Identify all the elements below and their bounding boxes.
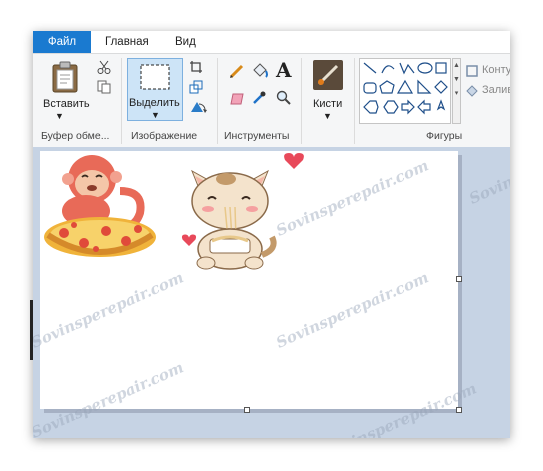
paste-dropdown-arrow[interactable]: ▼ bbox=[55, 111, 64, 121]
left-arrow-shape-icon bbox=[417, 99, 431, 115]
curve-shape-icon bbox=[381, 65, 395, 74]
text-tool-icon[interactable]: A bbox=[276, 58, 292, 82]
up-arrow-shape-icon bbox=[436, 99, 446, 111]
watermark: Sovinsperepair.com bbox=[33, 268, 187, 352]
brushes-label[interactable]: Кисти bbox=[313, 98, 342, 110]
resize-handle-bottom[interactable] bbox=[244, 407, 250, 413]
group-separator bbox=[121, 58, 122, 144]
brush-icon[interactable] bbox=[313, 60, 343, 90]
resize-handle-corner[interactable] bbox=[456, 407, 462, 413]
window-edge bbox=[30, 300, 33, 360]
heart-icon bbox=[181, 234, 197, 246]
expand-gallery-icon[interactable]: ▾ bbox=[453, 87, 460, 101]
scroll-up-icon[interactable]: ▲ bbox=[453, 59, 460, 73]
paste-button[interactable] bbox=[51, 60, 81, 94]
brushes-dropdown-arrow[interactable]: ▼ bbox=[323, 111, 332, 121]
fill-icon[interactable] bbox=[465, 84, 479, 98]
clipboard-icon bbox=[52, 61, 78, 93]
cat-noodles-sticker bbox=[191, 169, 277, 270]
oval-shape-icon bbox=[417, 62, 433, 74]
ribbon-tabs: Файл Главная Вид bbox=[33, 31, 510, 53]
fill-label[interactable]: Залив bbox=[482, 84, 510, 96]
outline-icon[interactable] bbox=[465, 64, 479, 78]
magnifier-icon[interactable] bbox=[276, 90, 292, 106]
resize-handle-right[interactable] bbox=[456, 276, 462, 282]
copy-icon[interactable] bbox=[97, 80, 111, 94]
shapes-scrollbar[interactable]: ▲ ▼ ▾ bbox=[452, 58, 461, 124]
heart-icon bbox=[284, 153, 304, 169]
select-label: Выделить bbox=[129, 97, 180, 109]
polygon-shape-icon bbox=[379, 80, 395, 94]
rectangle-shape-icon bbox=[435, 62, 447, 74]
crop-icon[interactable] bbox=[189, 60, 203, 74]
color-picker-icon[interactable] bbox=[251, 90, 267, 106]
fill-bucket-icon[interactable] bbox=[251, 62, 269, 80]
paint-window: Файл Главная Вид Вставить ▼ Буфер обме..… bbox=[33, 31, 510, 438]
monkey-pizza-sticker bbox=[44, 155, 156, 257]
selection-rectangle-icon bbox=[140, 64, 170, 90]
canvas-area: Sovinsperepair.com Sovinsperepair.com So… bbox=[33, 124, 510, 438]
tools-group-label: Инструменты bbox=[224, 130, 290, 142]
select-button[interactable]: Выделить ▼ bbox=[127, 58, 183, 121]
scroll-down-icon[interactable]: ▼ bbox=[453, 73, 460, 87]
drawing-canvas[interactable]: Sovinsperepair.com Sovinsperepair.com So… bbox=[33, 151, 458, 438]
resize-icon[interactable] bbox=[189, 80, 203, 94]
pentagon-shape-icon bbox=[363, 100, 379, 114]
group-separator bbox=[217, 58, 218, 144]
paste-label[interactable]: Вставить bbox=[43, 98, 90, 110]
line-shape-icon bbox=[363, 62, 377, 74]
right-arrow-shape-icon bbox=[401, 99, 415, 115]
select-dropdown-arrow[interactable]: ▼ bbox=[151, 110, 160, 120]
triangle-shape-icon bbox=[396, 79, 414, 94]
group-separator bbox=[301, 58, 302, 144]
clipboard-group-label: Буфер обме... bbox=[41, 130, 110, 142]
rounded-rectangle-shape-icon bbox=[363, 82, 377, 94]
eraser-icon[interactable] bbox=[229, 92, 245, 106]
polygon-line-shape-icon bbox=[399, 62, 415, 75]
cut-icon[interactable] bbox=[97, 60, 111, 74]
tab-home[interactable]: Главная bbox=[105, 31, 149, 53]
shapes-group-label: Фигуры bbox=[426, 130, 463, 142]
tab-view[interactable]: Вид bbox=[175, 31, 196, 53]
rotate-icon[interactable] bbox=[189, 100, 211, 114]
group-separator bbox=[354, 58, 355, 144]
pencil-icon[interactable] bbox=[229, 63, 245, 79]
watermark: Sovinsperepair.com bbox=[33, 358, 187, 438]
shapes-gallery bbox=[359, 58, 451, 124]
ribbon: Вставить ▼ Буфер обме... Выделить ▼ Изоб… bbox=[33, 53, 510, 148]
image-group-label: Изображение bbox=[131, 130, 198, 142]
diamond-shape-icon bbox=[434, 80, 448, 94]
outline-label[interactable]: Конту bbox=[482, 64, 510, 76]
right-triangle-shape-icon bbox=[417, 79, 432, 94]
hexagon-shape-icon bbox=[383, 100, 399, 114]
tab-file[interactable]: Файл bbox=[33, 31, 91, 53]
watermark: Sovinsperepair.com bbox=[273, 268, 432, 352]
shapes-grid bbox=[363, 62, 448, 115]
